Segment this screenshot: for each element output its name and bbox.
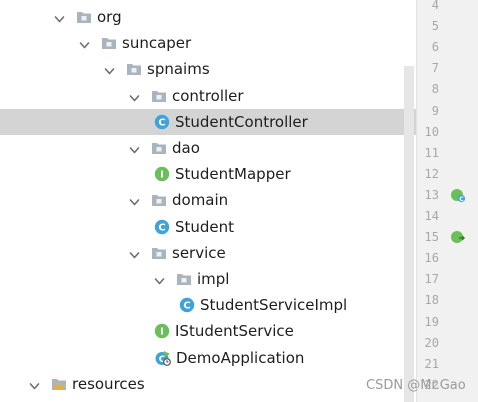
line-number: 15 [424, 230, 439, 244]
chevron-down-icon[interactable] [79, 37, 90, 49]
tree-node-istudentservice[interactable]: I IStudentService [0, 318, 416, 344]
spring-mapping-icon[interactable] [450, 229, 466, 245]
spring-boot-application-icon: C [155, 350, 171, 366]
tree-node-label: IStudentService [175, 322, 294, 340]
project-tree: org suncaper spnaims controller C StudentCont… [0, 0, 416, 402]
tree-node-label: StudentController [175, 113, 308, 131]
line-number: 10 [424, 125, 439, 139]
chevron-down-icon[interactable] [129, 247, 140, 259]
interface-icon: I [154, 323, 170, 339]
tree-node-label: dao [172, 139, 200, 157]
tree-node-spnaims[interactable]: spnaims [0, 56, 416, 82]
tree-node-label: suncaper [122, 34, 192, 52]
package-folder-icon [151, 192, 167, 208]
class-icon: C [179, 297, 195, 313]
chevron-down-icon[interactable] [129, 194, 140, 206]
tree-node-impl[interactable]: impl [0, 266, 416, 292]
tree-node-label: controller [172, 87, 244, 105]
tree-node-label: resources [72, 375, 145, 393]
tree-node-label: Student [175, 218, 235, 236]
tree-node-domain[interactable]: domain [0, 187, 416, 213]
watermark: CSDN @Mr.Gao [366, 378, 466, 393]
tree-node-studentcontroller[interactable]: C StudentController [0, 109, 416, 135]
svg-text:C: C [158, 118, 165, 129]
line-number: 13 [424, 188, 439, 202]
interface-icon: I [154, 166, 170, 182]
line-number: 4 [431, 0, 439, 12]
package-folder-icon [151, 88, 167, 104]
tree-node-label: StudentServiceImpl [200, 296, 348, 314]
line-number: 20 [424, 336, 439, 350]
package-folder-icon [126, 61, 142, 77]
svg-text:I: I [160, 170, 164, 181]
tree-node-suncaper[interactable]: suncaper [0, 30, 416, 56]
chevron-down-icon[interactable] [129, 90, 140, 102]
resources-folder-icon [51, 376, 67, 392]
tree-node-org[interactable]: org [0, 4, 416, 30]
chevron-down-icon[interactable] [154, 273, 165, 285]
package-folder-icon [151, 245, 167, 261]
line-number: 12 [424, 167, 439, 181]
tree-node-label: impl [197, 270, 230, 288]
editor-gutter: 4 5 6 7 8 9 10 11 12 13 14 15 16 17 18 19 20 21 22 C [417, 0, 478, 402]
tree-node-demoapplication[interactable]: C DemoApplication [0, 345, 416, 371]
tree-node-label: DemoApplication [176, 349, 305, 367]
line-number: 16 [424, 251, 439, 265]
chevron-down-icon[interactable] [29, 378, 40, 390]
line-number: 9 [431, 104, 439, 118]
tree-node-studentserviceimpl[interactable]: C StudentServiceImpl [0, 292, 416, 318]
svg-text:C: C [158, 223, 165, 234]
package-folder-icon [176, 271, 192, 287]
tree-node-dao[interactable]: dao [0, 135, 416, 161]
tree-node-label: service [172, 244, 226, 262]
svg-text:C: C [183, 301, 190, 312]
chevron-down-icon[interactable] [104, 63, 115, 75]
tree-node-student[interactable]: C Student [0, 214, 416, 240]
package-folder-icon [101, 35, 117, 51]
svg-text:I: I [160, 327, 164, 338]
line-number: 17 [424, 272, 439, 286]
line-number: 5 [431, 19, 439, 33]
line-number: 19 [424, 315, 439, 329]
tree-node-label: StudentMapper [175, 165, 291, 183]
line-number: 8 [431, 82, 439, 96]
tree-node-service[interactable]: service [0, 240, 416, 266]
class-icon: C [154, 219, 170, 235]
tree-node-resources[interactable]: resources [0, 371, 416, 397]
spring-bean-icon[interactable]: C [450, 187, 466, 203]
tree-node-controller[interactable]: controller [0, 83, 416, 109]
chevron-down-icon[interactable] [54, 11, 65, 23]
package-folder-icon [76, 9, 92, 25]
line-number: 14 [424, 209, 439, 223]
tree-node-label: org [97, 8, 122, 26]
line-number: 18 [424, 293, 439, 307]
line-number: 6 [431, 40, 439, 54]
package-folder-icon [151, 140, 167, 156]
svg-text:C: C [459, 196, 464, 203]
chevron-down-icon[interactable] [129, 142, 140, 154]
tree-node-label: spnaims [147, 60, 210, 78]
tree-node-label: domain [172, 191, 229, 209]
tree-node-studentmapper[interactable]: I StudentMapper [0, 161, 416, 187]
line-number: 11 [424, 146, 439, 160]
line-number: 7 [431, 61, 439, 75]
tree-scrollbar[interactable] [404, 66, 414, 402]
line-number: 21 [424, 357, 439, 371]
class-icon: C [154, 114, 170, 130]
